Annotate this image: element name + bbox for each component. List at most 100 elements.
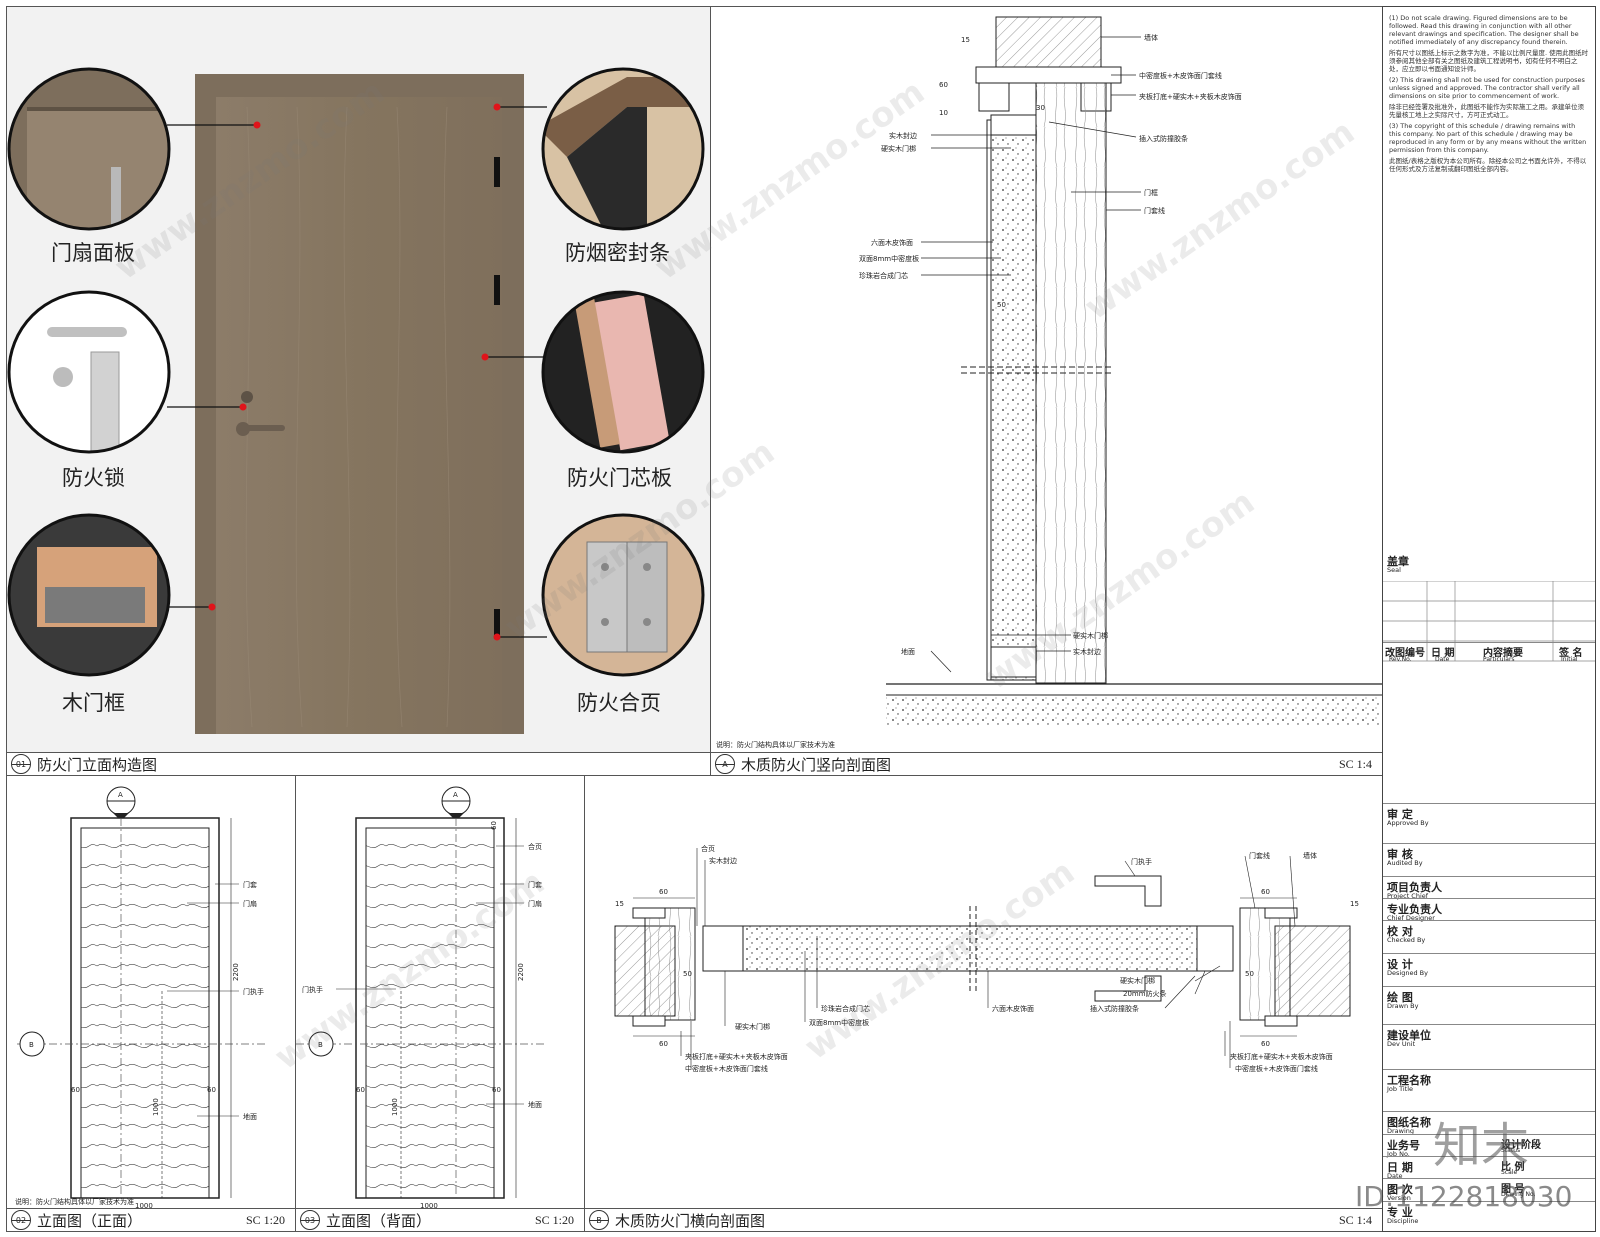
vs-dim-15: 15 bbox=[961, 36, 970, 44]
title-block-row: 审 核 Audited By bbox=[1383, 843, 1595, 867]
panel-number: 03 bbox=[300, 1210, 320, 1230]
door-leaf bbox=[216, 97, 502, 734]
fe-label-casing: 门套 bbox=[243, 880, 257, 889]
panel-horizontal-section: 合页 实木封边 门执手 门套线 墙体 硬实木门梆 珍珠岩合成门芯 双面8mm中密… bbox=[584, 775, 1383, 1232]
vs-label-perlite: 珍珠岩合成门芯 bbox=[859, 271, 908, 280]
panel-number: 01 bbox=[11, 754, 31, 774]
title-block-row: 建设单位 Dev Unit bbox=[1383, 1024, 1595, 1048]
front-elevation-drawing: A B 门套 门扇 门执手 地面 2200 1000 60 60 1000 说明… bbox=[15, 786, 267, 1217]
fe-tag-b: B bbox=[29, 1041, 34, 1049]
vs-label-edge: 实木封边 bbox=[889, 131, 917, 140]
fe-label-handle: 门执手 bbox=[243, 987, 264, 996]
vertical-section-drawing: 15 60 10 30 50 墙体 中密度板+木皮饰面门套线 夹板打底+硬实木+… bbox=[716, 16, 1382, 749]
vs-label-edge2: 实木封边 bbox=[1073, 647, 1101, 656]
vs-label-hard-stile: 硬实木门梆 bbox=[881, 144, 916, 153]
be-tag-a: A bbox=[453, 791, 458, 799]
panel-number: B bbox=[589, 1210, 609, 1230]
be-label-hinge: 合页 bbox=[528, 842, 542, 851]
title-block-row: 审 定 Approved By bbox=[1383, 803, 1595, 827]
title-block-row: 专业负责人 Chief Designer bbox=[1383, 898, 1595, 922]
be-label-casing: 门套 bbox=[528, 880, 542, 889]
fe-dim-height: 2200 bbox=[232, 963, 240, 981]
lock-cylinder bbox=[241, 391, 253, 403]
vs-label-hard-stile2: 硬实木门梆 bbox=[1073, 631, 1108, 640]
vs-label-mdf8: 双面8mm中密度板 bbox=[859, 254, 919, 263]
fe-label-floor: 地面 bbox=[243, 1112, 257, 1121]
hs-dim-15-r: 15 bbox=[1350, 900, 1359, 908]
hs-label-mdf-trim-l: 中密度板+木皮饰面门套线 bbox=[685, 1064, 768, 1073]
label-wood-frame: 木门框 bbox=[62, 691, 125, 715]
vs-note: 说明：防火门结构具体以厂家技术为准 bbox=[716, 740, 835, 749]
title-block-row: 项目负责人 Project Chief bbox=[1383, 876, 1595, 900]
hs-dim-60-br: 60 bbox=[1261, 1040, 1270, 1048]
be-label-floor: 地面 bbox=[528, 1100, 542, 1109]
label-fire-core: 防火门芯板 bbox=[567, 466, 672, 490]
hs-dim-50-l: 50 bbox=[683, 970, 692, 978]
panel-vertical-section: 15 60 10 30 50 墙体 中密度板+木皮饰面门套线 夹板打底+硬实木+… bbox=[710, 6, 1383, 776]
general-notes: (1) Do not scale drawing. Figured dimens… bbox=[1389, 14, 1589, 173]
title-horizontal-section: B 木质防火门横向剖面图 SC 1:4 bbox=[585, 1208, 1382, 1231]
panel-number: A bbox=[715, 754, 735, 774]
label-door-panel: 门扇面板 bbox=[51, 241, 135, 265]
seal-row: 盖章 Seal bbox=[1387, 555, 1409, 574]
label-fire-lock: 防火锁 bbox=[62, 466, 125, 490]
vs-label-plywood: 夹板打底+硬实木+夹板木皮饰面 bbox=[1139, 92, 1242, 101]
title-block-row: 工程名称 Job Title bbox=[1383, 1069, 1595, 1093]
title-block-row: 设 计 Designed By bbox=[1383, 953, 1595, 977]
hs-label-hinge: 合页 bbox=[701, 844, 715, 853]
hs-label-perlite: 珍珠岩合成门芯 bbox=[821, 1004, 870, 1013]
hs-dim-60-tr: 60 bbox=[1261, 888, 1270, 896]
hs-label-veneer: 六面木皮饰面 bbox=[992, 1004, 1034, 1013]
fe-dim-side-left: 60 bbox=[71, 1086, 80, 1094]
vs-label-casing: 门套线 bbox=[1144, 206, 1165, 215]
vs-dim-50: 50 bbox=[997, 301, 1006, 309]
door-handle bbox=[243, 425, 285, 431]
hs-dim-60-tl: 60 bbox=[659, 888, 668, 896]
fe-dim-side-right: 60 bbox=[207, 1086, 216, 1094]
hinge-mid bbox=[494, 275, 500, 305]
be-tag-b: B bbox=[318, 1041, 323, 1049]
hs-dim-60-bl: 60 bbox=[659, 1040, 668, 1048]
panel-back-elevation: A B 合页 门套 门扇 门执手 地面 2200 1000 60 60 60 1… bbox=[295, 775, 585, 1232]
title-block-row: 绘 图 Drawn By bbox=[1383, 986, 1595, 1010]
vs-label-mdf-trim: 中密度板+木皮饰面门套线 bbox=[1139, 71, 1222, 80]
be-label-handle: 门执手 bbox=[302, 985, 323, 994]
title-elevation-construction: 01 防火门立面构造图 bbox=[7, 752, 710, 775]
vs-label-veneer: 六面木皮饰面 bbox=[871, 238, 913, 247]
vs-dim-30: 30 bbox=[1036, 104, 1045, 112]
hs-dim-15-l: 15 bbox=[615, 900, 624, 908]
label-smoke-seal: 防烟密封条 bbox=[565, 241, 670, 265]
vs-label-wall: 墙体 bbox=[1144, 33, 1158, 42]
vs-label-seal-strip: 插入式防撞胶条 bbox=[1139, 134, 1188, 143]
image-id: ID:1122818030 bbox=[1355, 1180, 1573, 1213]
hs-label-mdf8: 双面8mm中密度板 bbox=[809, 1018, 869, 1027]
panel-number: 02 bbox=[11, 1210, 31, 1230]
hs-dim-50-r: 50 bbox=[1245, 970, 1254, 978]
title-block: (1) Do not scale drawing. Figured dimens… bbox=[1355, 6, 1596, 1232]
hs-label-fire-strip: 20mm防火条 bbox=[1123, 989, 1167, 998]
elevation-illustration bbox=[7, 7, 710, 755]
fe-tag-a: A bbox=[118, 791, 123, 799]
hs-label-wall: 墙体 bbox=[1303, 851, 1317, 860]
panel-elevation-construction: 门扇面板 防烟密封条 防火锁 防火门芯板 木门框 防火合页 01 防火门立面构造… bbox=[6, 6, 711, 776]
hs-label-casing: 门套线 bbox=[1249, 851, 1270, 860]
be-label-leaf: 门扇 bbox=[528, 899, 542, 908]
hs-label-hard-stile: 硬实木门梆 bbox=[735, 1022, 770, 1031]
title-vertical-section: A 木质防火门竖向剖面图 SC 1:4 bbox=[711, 752, 1382, 775]
horizontal-section-drawing: 合页 实木封边 门执手 门套线 墙体 硬实木门梆 珍珠岩合成门芯 双面8mm中密… bbox=[614, 844, 1359, 1073]
brand-logo: 知末 bbox=[1433, 1118, 1530, 1174]
vs-dim-10: 10 bbox=[939, 109, 948, 117]
revision-header: 改图编号 Rev.No. 日 期 Date 内容摘要 Particulars 签… bbox=[1383, 642, 1595, 668]
be-dim-height: 2200 bbox=[517, 963, 525, 981]
vs-label-frame: 门框 bbox=[1144, 188, 1158, 197]
fe-dim-handle: 1000 bbox=[152, 1098, 160, 1116]
panel-front-elevation: A B 门套 门扇 门执手 地面 2200 1000 60 60 1000 说明… bbox=[6, 775, 296, 1232]
label-fire-hinge: 防火合页 bbox=[577, 691, 661, 715]
be-dim-handle: 1000 bbox=[391, 1098, 399, 1116]
title-block-row: 校 对 Checked By bbox=[1383, 920, 1595, 944]
hinge-top bbox=[494, 157, 500, 187]
vs-label-floor: 地面 bbox=[901, 647, 915, 656]
hs-label-edge: 实木封边 bbox=[709, 856, 737, 865]
be-dim-top: 60 bbox=[490, 821, 498, 830]
be-dim-side-left: 60 bbox=[356, 1086, 365, 1094]
